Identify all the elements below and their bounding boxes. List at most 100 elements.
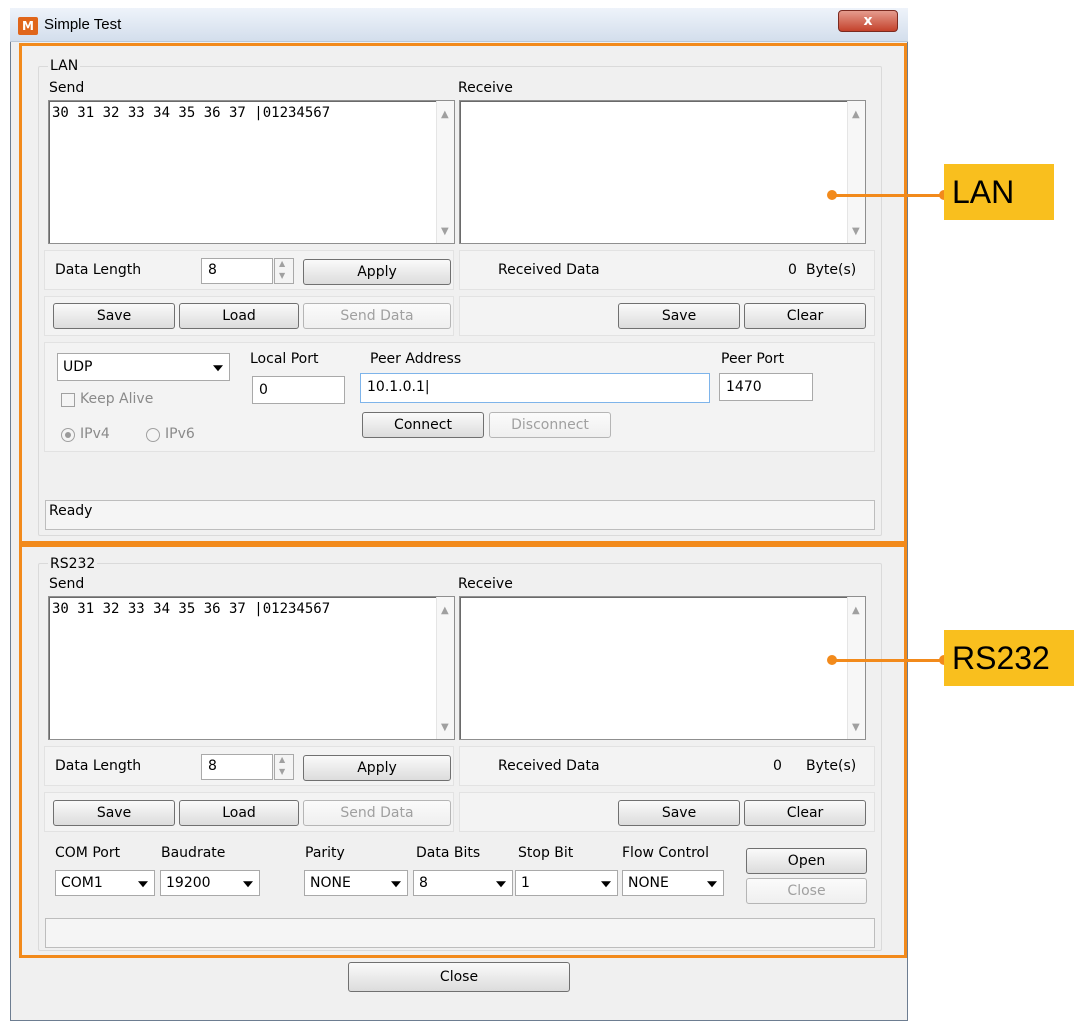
rs232-send-text: 30 31 32 33 34 35 36 37 |01234567 xyxy=(52,601,331,617)
stepper-up-icon[interactable]: ▲ xyxy=(279,259,285,268)
lan-connect-button[interactable]: Connect xyxy=(362,412,484,438)
flow-control-select[interactable]: NONE xyxy=(622,870,724,896)
stepper-up-icon[interactable]: ▲ xyxy=(279,755,285,764)
rs232-clear-button[interactable]: Clear xyxy=(744,800,866,826)
window-close-button[interactable]: x xyxy=(838,10,898,32)
data-bits-select[interactable]: 8 xyxy=(413,870,513,896)
lan-peer-port-label: Peer Port xyxy=(721,351,785,367)
scroll-down-icon[interactable]: ▼ xyxy=(852,722,860,733)
dialog-close-button[interactable]: Close xyxy=(348,962,570,992)
lan-data-length-label: Data Length xyxy=(55,262,142,278)
scroll-down-icon[interactable]: ▼ xyxy=(441,226,449,237)
lan-peer-address-input[interactable]: 10.1.0.1| xyxy=(360,373,710,403)
lan-receive-scrollbar[interactable]: ▲ ▼ xyxy=(847,101,865,243)
data-bits-label: Data Bits xyxy=(416,845,481,861)
stepper-down-icon[interactable]: ▼ xyxy=(279,767,285,776)
rs232-data-length-stepper[interactable]: ▲ ▼ xyxy=(274,754,294,780)
rs232-apply-button[interactable]: Apply xyxy=(303,755,451,781)
lan-send-data-button[interactable]: Send Data xyxy=(303,303,451,329)
lan-receive-save-button[interactable]: Save xyxy=(618,303,740,329)
lan-ipv6-radio[interactable] xyxy=(146,428,160,442)
com-port-select[interactable]: COM1 xyxy=(55,870,155,896)
parity-select[interactable]: NONE xyxy=(304,870,408,896)
lan-keep-alive-checkbox[interactable] xyxy=(61,393,75,407)
lan-status-bar: Ready xyxy=(45,500,875,530)
lan-disconnect-button[interactable]: Disconnect xyxy=(489,412,611,438)
rs232-send-label: Send xyxy=(49,576,85,592)
window-title: Simple Test xyxy=(44,16,122,33)
chevron-down-icon xyxy=(496,881,506,888)
rs232-group-label: RS232 xyxy=(48,556,98,572)
lan-status-text: Ready xyxy=(49,503,93,519)
rs232-save-button[interactable]: Save xyxy=(53,800,175,826)
rs232-callout-line xyxy=(832,659,944,662)
scroll-up-icon[interactable]: ▲ xyxy=(441,605,449,616)
lan-bytes-unit: Byte(s) xyxy=(806,262,857,278)
baudrate-select[interactable]: 19200 xyxy=(160,870,260,896)
lan-protocol-value: UDP xyxy=(63,359,93,375)
lan-local-port-input[interactable]: 0 xyxy=(252,376,345,404)
chevron-down-icon xyxy=(601,881,611,888)
lan-callout-label: LAN xyxy=(944,164,1054,220)
lan-send-textarea[interactable]: 30 31 32 33 34 35 36 37 |01234567 ▲ ▼ xyxy=(48,100,455,244)
lan-ipv6-label: IPv6 xyxy=(165,426,195,442)
title-bar[interactable] xyxy=(10,8,908,42)
scroll-up-icon[interactable]: ▲ xyxy=(441,109,449,120)
lan-data-length-stepper[interactable]: ▲ ▼ xyxy=(274,258,294,284)
lan-callout-line xyxy=(832,194,944,197)
rs232-open-button[interactable]: Open xyxy=(746,848,867,874)
lan-peer-port-input[interactable]: 1470 xyxy=(719,373,813,401)
com-port-label: COM Port xyxy=(55,845,121,861)
flow-control-value: NONE xyxy=(628,875,669,891)
lan-ipv4-label: IPv4 xyxy=(80,426,110,442)
stepper-down-icon[interactable]: ▼ xyxy=(279,271,285,280)
scroll-up-icon[interactable]: ▲ xyxy=(852,109,860,120)
lan-keep-alive-label: Keep Alive xyxy=(80,391,154,407)
chevron-down-icon xyxy=(213,365,223,372)
rs232-close-port-button[interactable]: Close xyxy=(746,878,867,904)
lan-received-count: 0 xyxy=(788,262,797,278)
flow-control-label: Flow Control xyxy=(622,845,710,861)
stop-bit-value: 1 xyxy=(521,875,530,891)
lan-receive-textarea[interactable]: ▲ ▼ xyxy=(459,100,866,244)
rs232-receive-label: Receive xyxy=(458,576,513,592)
scroll-down-icon[interactable]: ▼ xyxy=(441,722,449,733)
lan-clear-button[interactable]: Clear xyxy=(744,303,866,329)
parity-label: Parity xyxy=(305,845,345,861)
rs232-data-length-input[interactable]: 8 xyxy=(201,754,273,780)
rs232-status-bar xyxy=(45,918,875,948)
rs232-received-count: 0 xyxy=(773,758,782,774)
lan-send-text: 30 31 32 33 34 35 36 37 |01234567 xyxy=(52,105,331,121)
lan-load-button[interactable]: Load xyxy=(179,303,299,329)
lan-protocol-select[interactable]: UDP xyxy=(57,353,230,381)
chevron-down-icon xyxy=(707,881,717,888)
lan-ipv4-radio[interactable] xyxy=(61,428,75,442)
rs232-callout-label: RS232 xyxy=(944,630,1074,686)
chevron-down-icon xyxy=(138,881,148,888)
lan-save-button[interactable]: Save xyxy=(53,303,175,329)
app-icon: M xyxy=(18,17,38,35)
rs232-data-length-label: Data Length xyxy=(55,758,142,774)
rs232-send-textarea[interactable]: 30 31 32 33 34 35 36 37 |01234567 ▲ ▼ xyxy=(48,596,455,740)
lan-received-data-label: Received Data xyxy=(498,262,600,278)
stop-bit-label: Stop Bit xyxy=(518,845,574,861)
lan-send-label: Send xyxy=(49,80,85,96)
lan-group-label: LAN xyxy=(48,58,81,74)
rs232-receive-save-button[interactable]: Save xyxy=(618,800,740,826)
stop-bit-select[interactable]: 1 xyxy=(515,870,618,896)
parity-value: NONE xyxy=(310,875,351,891)
lan-peer-address-label: Peer Address xyxy=(370,351,462,367)
lan-send-scrollbar[interactable]: ▲ ▼ xyxy=(436,101,454,243)
rs232-receive-textarea[interactable]: ▲ ▼ xyxy=(459,596,866,740)
lan-data-length-input[interactable]: 8 xyxy=(201,258,273,284)
scroll-up-icon[interactable]: ▲ xyxy=(852,605,860,616)
rs232-received-data-label: Received Data xyxy=(498,758,600,774)
rs232-send-data-button[interactable]: Send Data xyxy=(303,800,451,826)
chevron-down-icon xyxy=(391,881,401,888)
rs232-load-button[interactable]: Load xyxy=(179,800,299,826)
lan-apply-button[interactable]: Apply xyxy=(303,259,451,285)
lan-receive-label: Receive xyxy=(458,80,513,96)
rs232-receive-scrollbar[interactable]: ▲ ▼ xyxy=(847,597,865,739)
scroll-down-icon[interactable]: ▼ xyxy=(852,226,860,237)
rs232-send-scrollbar[interactable]: ▲ ▼ xyxy=(436,597,454,739)
